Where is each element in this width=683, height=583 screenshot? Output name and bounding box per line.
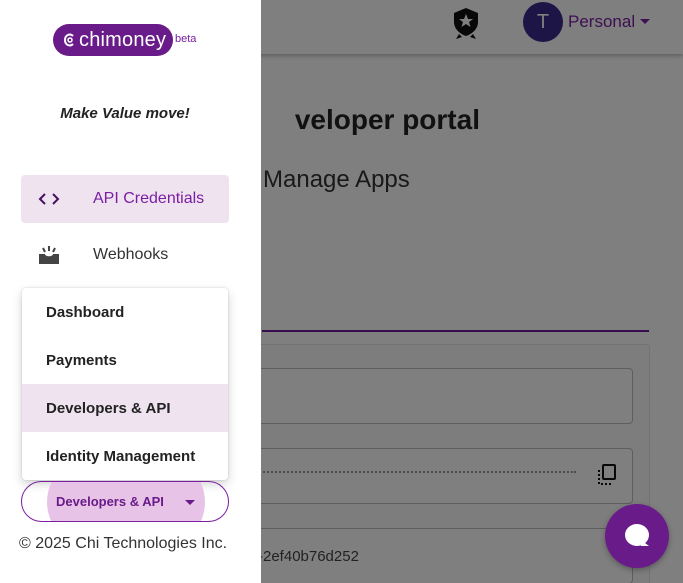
section-switcher-button[interactable]: Developers & API: [21, 481, 229, 522]
logo-wordmark: chimoney: [79, 28, 167, 51]
menu-item-identity-management[interactable]: Identity Management: [22, 432, 228, 480]
section-switcher-menu: Dashboard Payments Developers & API Iden…: [22, 288, 228, 480]
section-switcher-label: Developers & API: [56, 494, 164, 509]
nav-item-label: API Credentials: [93, 190, 205, 207]
code-brackets-icon: [38, 193, 60, 205]
chimoney-logo[interactable]: chimoney: [53, 24, 173, 56]
menu-item-developers-api[interactable]: Developers & API: [22, 384, 228, 432]
caret-down-icon: [185, 500, 195, 505]
webhook-icon: [39, 246, 59, 264]
beta-badge: beta: [175, 33, 197, 45]
chat-launcher-button[interactable]: [605, 504, 669, 568]
nav-item-api-credentials[interactable]: API Credentials: [21, 175, 229, 223]
menu-item-payments[interactable]: Payments: [22, 336, 228, 384]
nav-item-label: Webhooks: [93, 246, 169, 263]
menu-item-dashboard[interactable]: Dashboard: [22, 288, 228, 336]
chat-bubble-tail: [641, 540, 649, 546]
tagline: Make Value move!: [60, 105, 190, 122]
nav-item-webhooks[interactable]: Webhooks: [21, 231, 229, 279]
copyright-footer: © 2025 Chi Technologies Inc.: [19, 535, 228, 552]
chimoney-mark-icon: [63, 33, 74, 47]
navigation-drawer: chimoney beta Make Value move! API Crede…: [0, 0, 261, 583]
